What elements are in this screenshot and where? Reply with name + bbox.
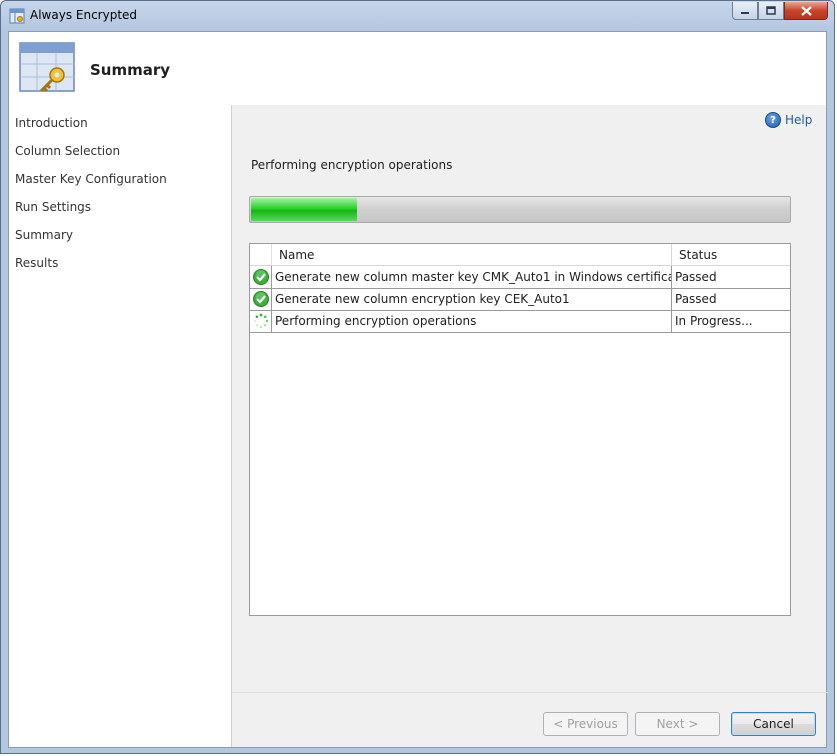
column-header-name[interactable]: Name bbox=[272, 244, 672, 265]
close-icon bbox=[800, 5, 812, 16]
row-status: Passed bbox=[675, 292, 717, 306]
window-title: Always Encrypted bbox=[30, 8, 138, 22]
grid-header: Name Status bbox=[250, 244, 790, 266]
page-header: Summary bbox=[9, 32, 826, 105]
nav-item-run-settings[interactable]: Run Settings bbox=[15, 200, 91, 214]
progress-fill bbox=[251, 198, 357, 221]
row-name: Performing encryption operations bbox=[275, 314, 477, 328]
spinner-icon bbox=[253, 313, 268, 329]
previous-button[interactable]: < Previous bbox=[543, 712, 628, 736]
nav-item-summary[interactable]: Summary bbox=[15, 228, 73, 242]
maximize-icon bbox=[766, 6, 776, 15]
operations-grid: Name Status Generate new column master k… bbox=[249, 243, 791, 616]
help-icon: ? bbox=[765, 112, 781, 128]
check-icon bbox=[252, 269, 269, 285]
nav-item-master-key-configuration[interactable]: Master Key Configuration bbox=[15, 172, 167, 186]
help-label: Help bbox=[785, 113, 813, 127]
minimize-button[interactable] bbox=[732, 2, 758, 20]
encrypted-table-key-icon bbox=[19, 42, 75, 93]
nav-item-results[interactable]: Results bbox=[15, 256, 58, 270]
column-header-status[interactable]: Status bbox=[672, 244, 790, 265]
table-row[interactable]: Generate new column master key CMK_Auto1… bbox=[250, 266, 790, 289]
wizard-nav: Introduction Column Selection Master Key… bbox=[9, 105, 231, 747]
app-icon bbox=[9, 8, 25, 24]
nav-divider bbox=[231, 105, 232, 747]
row-name: Generate new column master key CMK_Auto1… bbox=[275, 270, 671, 284]
footer-divider bbox=[232, 692, 828, 693]
next-button[interactable]: Next > bbox=[635, 712, 720, 736]
column-header-icon[interactable] bbox=[250, 244, 272, 265]
minimize-icon bbox=[741, 11, 749, 14]
progress-bar bbox=[249, 196, 791, 223]
row-status: Passed bbox=[675, 270, 717, 284]
operation-label: Performing encryption operations bbox=[251, 158, 453, 172]
nav-item-introduction[interactable]: Introduction bbox=[15, 116, 88, 130]
column-header-status-label: Status bbox=[679, 248, 718, 262]
close-window-button[interactable] bbox=[784, 2, 828, 20]
cancel-button[interactable]: Cancel bbox=[731, 712, 816, 736]
nav-item-column-selection[interactable]: Column Selection bbox=[15, 144, 120, 158]
row-name: Generate new column encryption key CEK_A… bbox=[275, 292, 570, 306]
title-bar[interactable]: Always Encrypted bbox=[1, 1, 834, 31]
row-status: In Progress... bbox=[675, 314, 753, 328]
maximize-button[interactable] bbox=[758, 2, 784, 20]
table-row[interactable]: Performing encryption operations In Prog… bbox=[250, 310, 790, 333]
wizard-window: Always Encrypted Summary Introduction Co… bbox=[0, 0, 835, 754]
column-header-name-label: Name bbox=[279, 248, 315, 262]
help-link[interactable]: ? Help bbox=[765, 112, 812, 128]
page-title: Summary bbox=[90, 61, 171, 79]
table-row[interactable]: Generate new column encryption key CEK_A… bbox=[250, 288, 790, 311]
wizard-client-area: Summary Introduction Column Selection Ma… bbox=[8, 31, 828, 748]
check-icon bbox=[252, 291, 269, 307]
